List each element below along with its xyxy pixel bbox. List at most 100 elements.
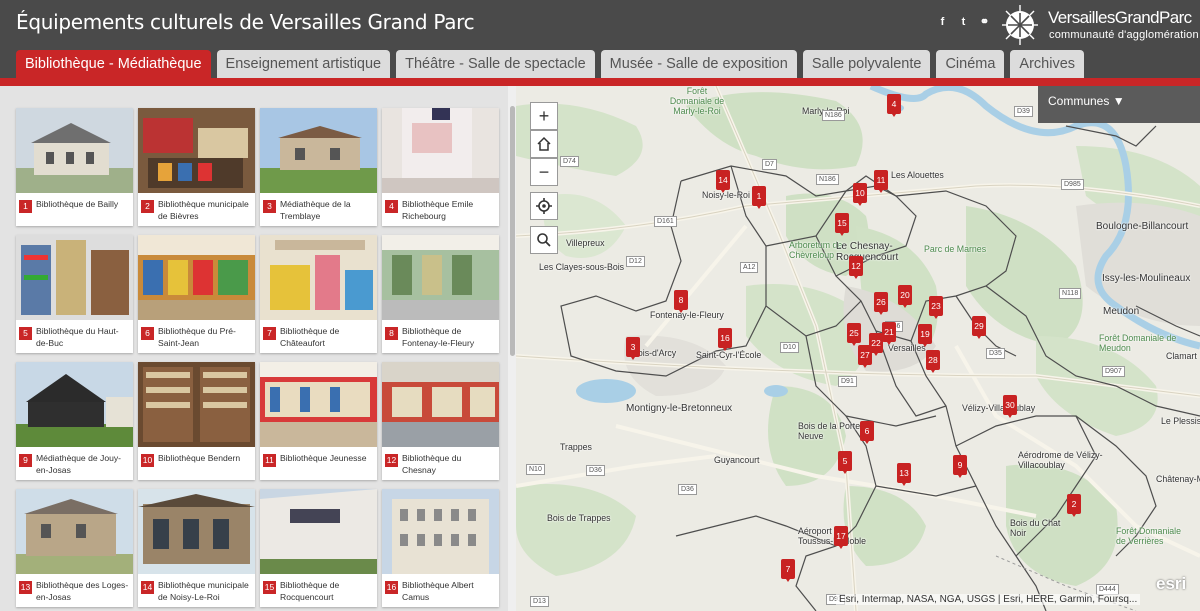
map-marker[interactable]: 3 [626,337,640,361]
gallery-card-label: Bibliothèque Bendern [158,453,241,463]
road-shield: A12 [740,262,759,273]
tab-0[interactable]: Bibliothèque - Médiathèque [16,50,211,78]
map-place-label: Boulogne-Billancourt [1096,221,1189,232]
gallery-card[interactable]: 14 Bibliothèque municipale de Noisy-Le-Ro… [138,489,255,607]
road-shield: D13 [530,596,549,607]
gallery-card-label: Bibliothèque de Bailly [36,199,119,209]
map-marker[interactable]: 11 [874,170,888,194]
gallery-card[interactable]: 8 Bibliothèque de Fontenay-le-Fleury [382,235,499,353]
gallery-card[interactable]: 16 Bibliothèque Albert Camus [382,489,499,607]
twitter-icon[interactable]: t [957,16,970,29]
gallery-panel: 1 Bibliothèque de Bailly 2 Bibliothèque mun… [0,86,516,611]
tab-5[interactable]: Cinéma [936,50,1005,78]
gallery-card-label: Bibliothèque municipale de Bièvres [158,199,249,221]
map-marker[interactable]: 12 [849,256,863,280]
search-button[interactable] [530,226,558,254]
gallery-card[interactable]: 4 Bibliothèque Emile Richebourg [382,108,499,226]
communes-dropdown[interactable]: Communes ▼ [1038,86,1200,123]
zoom-in-button[interactable]: + [530,102,558,130]
map-marker[interactable]: 5 [838,451,852,475]
map-marker[interactable]: 21 [882,322,896,346]
marker-number: 30 [1005,400,1015,410]
map-marker[interactable]: 1 [752,186,766,210]
gallery-card[interactable]: 6 Bibliothèque du Pré-Saint-Jean [138,235,255,353]
map-view[interactable]: Forêt Domaniale de Marly-le-RoiMarly-le-… [516,86,1200,611]
map-marker[interactable]: 15 [835,213,849,237]
map-marker[interactable]: 25 [847,323,861,347]
gallery-card[interactable]: 12 Bibliothèque du Chesnay [382,362,499,480]
home-button[interactable] [530,130,558,158]
gallery-card[interactable]: 13 Bibliothèque des Loges-en-Josas [16,489,133,607]
tab-2[interactable]: Théâtre - Salle de spectacle [396,50,595,78]
marker-number: 3 [630,342,636,352]
road-shield: D985 [1061,179,1084,190]
gallery-card-label: Bibliothèque Emile Richebourg [402,199,474,221]
gallery-card-number: 8 [385,327,398,340]
map-marker[interactable]: 23 [929,296,943,320]
map-marker[interactable]: 29 [972,316,986,340]
gallery-thumbnail [138,489,255,574]
map-marker[interactable]: 20 [898,285,912,309]
road-shield: D7 [762,159,777,170]
gallery-card[interactable]: 10 Bibliothèque Bendern [138,362,255,480]
gallery-card[interactable]: 7 Bibliothèque de Châteaufort [260,235,377,353]
esri-logo[interactable]: esri [1156,574,1186,594]
gallery-card-number: 5 [19,327,32,340]
map-marker[interactable]: 30 [1003,395,1017,419]
map-marker[interactable]: 16 [718,328,732,352]
map-marker[interactable]: 26 [874,292,888,316]
facebook-icon[interactable]: f [936,16,949,29]
gallery-card[interactable]: 9 Médiathèque de Jouy-en-Josas [16,362,133,480]
map-place-label: Bois du Chat Noir [1010,518,1061,538]
gallery-scroll-thumb[interactable] [510,106,515,356]
map-marker[interactable]: 27 [858,345,872,369]
gallery-card-label: Bibliothèque du Pré-Saint-Jean [158,326,236,348]
map-marker[interactable]: 10 [853,183,867,207]
gallery-card[interactable]: 3 Médiathèque de la Tremblaye [260,108,377,226]
gallery-card[interactable]: 15 Bibliothèque de Rocquencourt [260,489,377,607]
link-icon[interactable]: ⚭ [978,16,991,29]
gallery-thumbnail [382,489,499,574]
map-place-label: Forêt Domaniale de Marly-le-Roi [669,86,725,116]
tab-6[interactable]: Archives [1010,50,1085,78]
map-marker[interactable]: 19 [918,324,932,348]
map-marker[interactable]: 4 [887,94,901,118]
zoom-out-button[interactable]: − [530,158,558,186]
gallery-thumbnail [16,108,133,193]
road-shield: D36 [586,465,605,476]
map-marker[interactable]: 28 [926,350,940,374]
map-marker[interactable]: 2 [1067,494,1081,518]
social-links: f t ⚭ [936,16,991,29]
versailles-grand-parc-logo[interactable]: VersaillesGrandParc communauté d'agglomé… [1000,3,1200,47]
locate-button[interactable] [530,192,558,220]
tab-4[interactable]: Salle polyvalente [802,50,931,78]
road-shield: D907 [1102,366,1125,377]
gallery-thumbnail [260,362,377,447]
tab-1[interactable]: Enseignement artistique [216,50,391,78]
gallery-card[interactable]: 11 Bibliothèque Jeunesse [260,362,377,480]
gallery-card-number: 11 [263,454,276,467]
gallery-card[interactable]: 2 Bibliothèque municipale de Bièvres [138,108,255,226]
marker-number: 17 [836,531,846,541]
search-icon [537,233,551,247]
gallery-card-label: Bibliothèque des Loges-en-Josas [36,580,129,602]
map-marker[interactable]: 9 [953,455,967,479]
gallery-card[interactable]: 1 Bibliothèque de Bailly [16,108,133,226]
map-marker[interactable]: 7 [781,559,795,583]
map-marker[interactable]: 6 [860,421,874,445]
gallery-thumbnail [16,489,133,574]
gallery-card-label: Bibliothèque de Fontenay-le-Fleury [402,326,475,348]
marker-number: 6 [864,426,870,436]
marker-number: 4 [891,99,897,109]
gallery-card-label: Bibliothèque Albert Camus [402,580,474,602]
gallery-thumbnail [16,235,133,320]
map-marker[interactable]: 8 [674,290,688,314]
logo-subtitle: communauté d'agglomération [1049,29,1199,41]
marker-number: 5 [842,456,848,466]
gallery-card[interactable]: 5 Bibliothèque du Haut-de-Buc [16,235,133,353]
gallery-card-label: Bibliothèque du Chesnay [402,453,462,475]
tab-3[interactable]: Musée - Salle de exposition [600,50,797,78]
map-marker[interactable]: 17 [834,526,848,550]
map-marker[interactable]: 14 [716,170,730,194]
map-marker[interactable]: 13 [897,463,911,487]
